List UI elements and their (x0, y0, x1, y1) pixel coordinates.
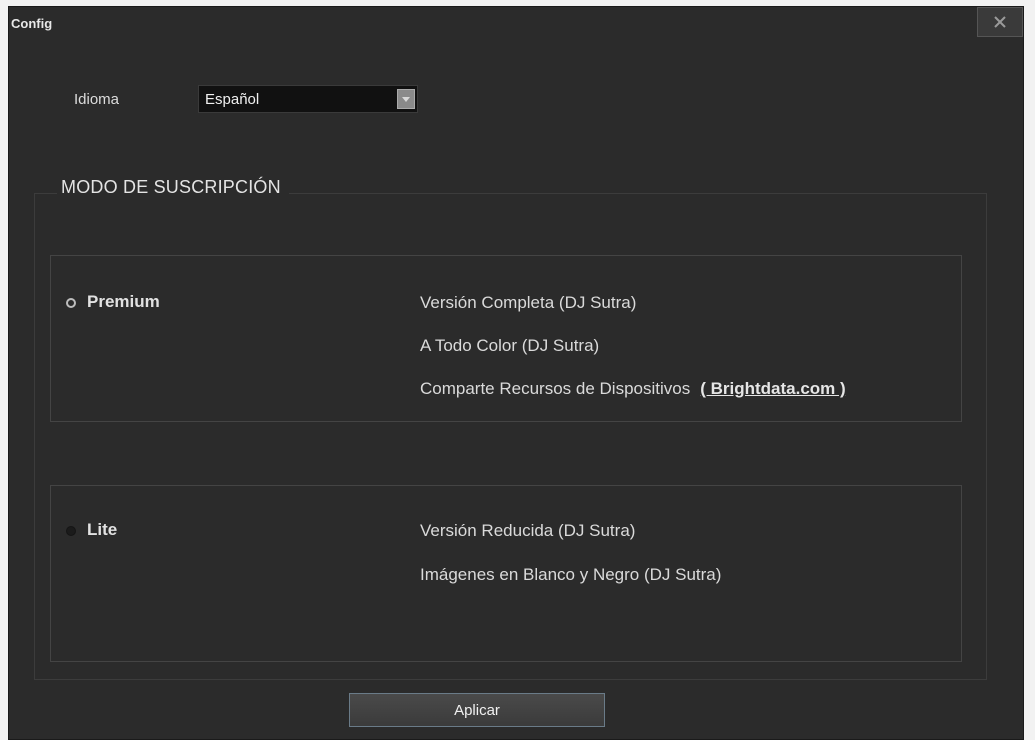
premium-feature-3: Comparte Recursos de Dispositivos (420, 379, 691, 398)
close-icon (994, 16, 1006, 28)
language-label: Idioma (74, 91, 120, 108)
dropdown-button[interactable] (397, 89, 415, 109)
screen-background: Config Idioma Español MODO DE SUSCRIPCIÓ… (0, 0, 1035, 740)
premium-feature-1: Versión Completa (DJ Sutra) (420, 293, 637, 312)
apply-button[interactable]: Aplicar (349, 693, 605, 727)
title-bar: Config (9, 7, 1023, 37)
language-select[interactable]: Español (198, 85, 418, 113)
premium-feature-3-row: Comparte Recursos de Dispositivos ( Brigh… (420, 379, 846, 399)
premium-feature-2: A Todo Color (DJ Sutra) (420, 336, 600, 355)
language-selected-value: Español (205, 91, 260, 108)
subscription-group-title: MODO DE SUSCRIPCIÓN (57, 177, 289, 198)
premium-radio[interactable] (66, 298, 76, 308)
premium-option-panel: Premium Versión Completa (DJ Sutra) A To… (50, 255, 962, 422)
brightdata-link[interactable]: ( Brightdata.com ) (700, 379, 845, 398)
lite-option-panel: Lite Versión Reducida (DJ Sutra) Imágene… (50, 485, 962, 662)
window-title: Config (11, 16, 53, 31)
premium-label[interactable]: Premium (87, 292, 160, 312)
lite-label[interactable]: Lite (87, 520, 117, 540)
close-button[interactable] (977, 7, 1023, 37)
lite-radio[interactable] (66, 526, 76, 536)
lite-feature-2: Imágenes en Blanco y Negro (DJ Sutra) (420, 565, 722, 584)
lite-feature-1: Versión Reducida (DJ Sutra) (420, 521, 636, 540)
chevron-down-icon (402, 97, 410, 102)
config-dialog: Config Idioma Español MODO DE SUSCRIPCIÓ… (8, 6, 1024, 740)
